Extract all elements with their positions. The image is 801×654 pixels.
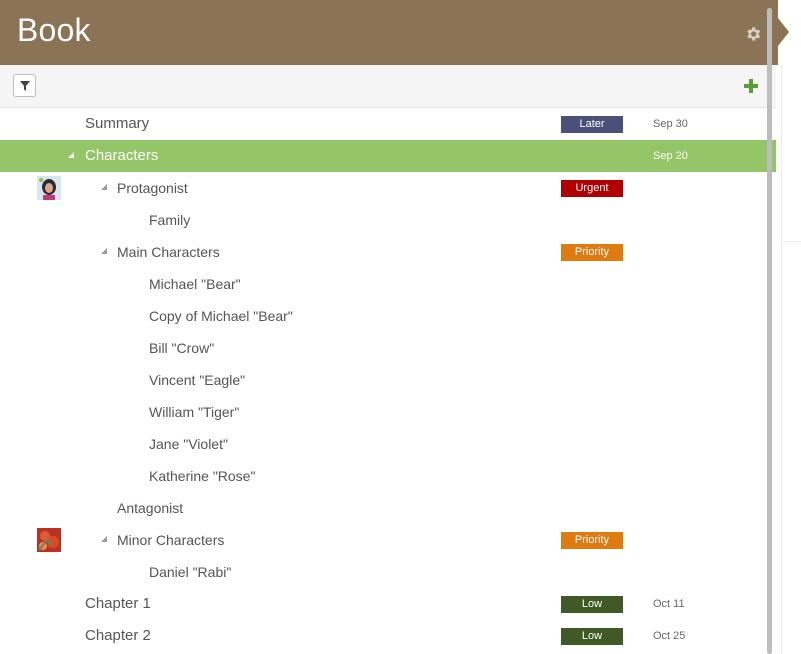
list-item[interactable]: Summary Later Sep 30 [0,108,776,140]
gear-icon[interactable] [744,25,762,43]
status-badge[interactable]: Low [561,628,623,645]
list-item[interactable]: Copy of Michael "Bear" [0,300,776,332]
expand-caret-icon[interactable] [101,536,107,542]
item-label: Summary [85,115,150,132]
due-date[interactable]: Oct 11 [653,588,685,620]
item-label: Vincent "Eagle" [149,372,246,388]
item-label: Katherine "Rose" [149,468,256,484]
avatar [37,176,61,200]
list-item[interactable]: Michael "Bear" [0,268,776,300]
list-item[interactable]: Daniel "Rabi" [0,556,776,588]
scrollbar[interactable] [767,8,772,654]
due-date[interactable]: Sep 20 [653,140,688,172]
item-label: Michael "Bear" [149,276,241,292]
expand-caret-icon[interactable] [68,152,74,158]
list-item[interactable]: Katherine "Rose" [0,460,776,492]
list-item[interactable]: William "Tiger" [0,396,776,428]
item-label: Chapter 1 [85,595,151,612]
list-item[interactable]: Minor Characters Priority [0,524,776,556]
item-label: Chapter 2 [85,627,151,644]
item-label: Protagonist [117,180,188,196]
item-label: William "Tiger" [149,404,240,420]
item-label: Characters [85,147,159,164]
list-item[interactable]: Chapter 1 Low Oct 11 [0,588,776,620]
list-item[interactable]: Family [0,204,776,236]
collapse-arrow-icon[interactable] [778,18,789,46]
page-header: Book [0,0,778,65]
filter-icon [20,81,30,91]
status-badge[interactable]: Priority [561,532,623,549]
page-title: Book [17,12,91,48]
app-window: Book Summary Later Sep 30 Characters Sep… [0,0,801,654]
status-badge[interactable]: Urgent [561,180,623,197]
item-label: Main Characters [117,244,220,260]
status-badge[interactable]: Low [561,596,623,613]
side-panel [781,65,801,654]
list-item[interactable]: Bill "Crow" [0,332,776,364]
item-label: Bill "Crow" [149,340,215,356]
toolbar [0,65,776,108]
list-item[interactable]: Chapter 2 Low Oct 25 [0,620,776,652]
due-date[interactable]: Sep 30 [653,108,688,140]
item-label: Copy of Michael "Bear" [149,308,293,324]
list-item-selected[interactable]: Characters Sep 20 [0,140,776,172]
item-label: Minor Characters [117,532,225,548]
filter-button[interactable] [13,74,36,97]
item-label: Family [149,212,191,228]
item-label: Antagonist [117,500,184,516]
item-label: Daniel "Rabi" [149,564,232,580]
list-item[interactable]: Jane "Violet" [0,428,776,460]
list-item[interactable]: Vincent "Eagle" [0,364,776,396]
expand-caret-icon[interactable] [101,184,107,190]
status-badge[interactable]: Later [561,116,623,133]
plus-icon[interactable] [742,77,760,95]
avatar [37,528,61,552]
due-date[interactable]: Oct 25 [653,620,685,652]
list-item[interactable]: Protagonist Urgent [0,172,776,204]
list-item[interactable]: Antagonist [0,492,776,524]
side-panel-divider [782,241,801,242]
list-item[interactable]: Main Characters Priority [0,236,776,268]
expand-caret-icon[interactable] [101,248,107,254]
status-badge[interactable]: Priority [561,244,623,261]
item-label: Jane "Violet" [149,436,228,452]
